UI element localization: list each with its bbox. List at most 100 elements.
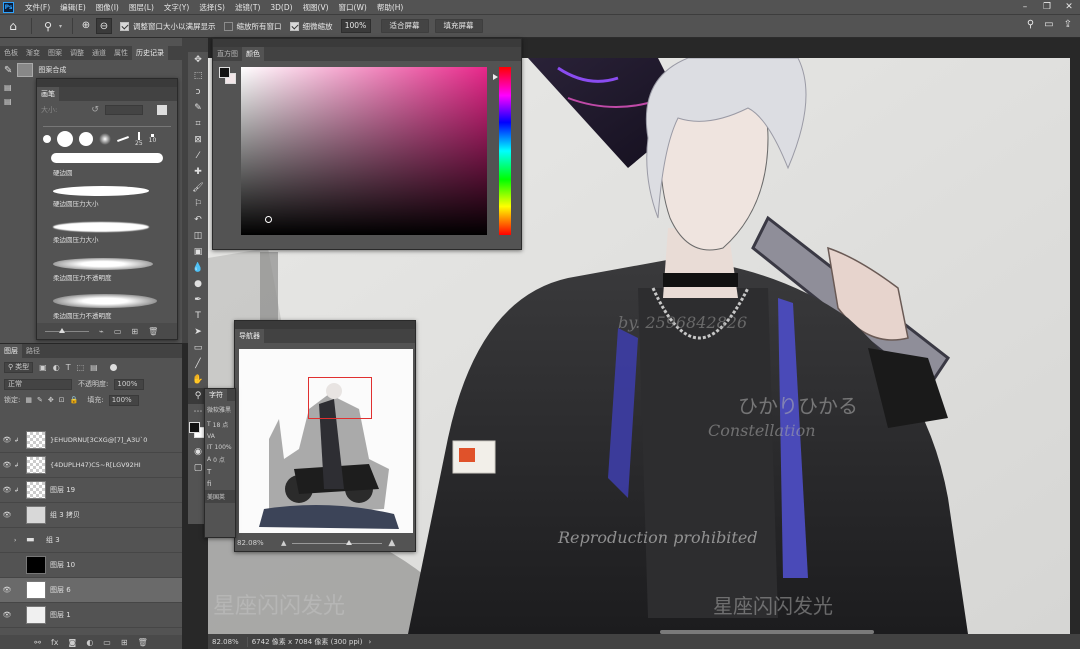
- tab-histogram[interactable]: 直方图: [213, 47, 242, 61]
- ligature-icon[interactable]: fi: [207, 480, 211, 488]
- color-field[interactable]: [241, 67, 487, 235]
- menu-3d[interactable]: 3D(D): [265, 3, 297, 12]
- navigator-zoom-slider[interactable]: [292, 539, 383, 545]
- tab-brushes[interactable]: 画笔: [37, 87, 59, 101]
- share-icon[interactable]: ⇪: [1064, 19, 1072, 30]
- history-brush-tool-icon[interactable]: ↶: [188, 212, 208, 228]
- history-snapshot-label[interactable]: 图案合成: [38, 65, 66, 75]
- history-snapshot-thumb[interactable]: [17, 63, 34, 77]
- type-tool-icon[interactable]: T: [188, 308, 208, 324]
- menu-image[interactable]: 图像(I): [91, 2, 124, 13]
- blur-tool-icon[interactable]: 💧: [188, 260, 208, 276]
- new-layer-icon[interactable]: ⊞: [121, 638, 128, 647]
- brush-preset-item[interactable]: 柔边圆压力不透明度: [37, 258, 177, 290]
- hand-tool-icon[interactable]: ✋: [188, 372, 208, 388]
- color-picker-cursor[interactable]: [265, 216, 272, 223]
- brush-tip-stroke[interactable]: [117, 136, 129, 142]
- layer-group-row[interactable]: › ▬ 组 3: [0, 528, 182, 553]
- layer-row-selected[interactable]: 👁 图层 6: [0, 578, 182, 603]
- brush-preset-item[interactable]: 柔边圆压力不透明度: [37, 294, 177, 326]
- close-button[interactable]: ✕: [1058, 0, 1080, 14]
- hue-slider[interactable]: [499, 67, 511, 235]
- tool-preset-dropdown-icon[interactable]: ▾: [59, 23, 67, 30]
- zoom-value-field[interactable]: 100%: [340, 19, 371, 33]
- crop-tool-icon[interactable]: ⌗: [188, 116, 208, 132]
- move-tool-icon[interactable]: ✥: [188, 52, 208, 68]
- filter-shape-icon[interactable]: ⬚: [77, 363, 85, 372]
- opacity-field[interactable]: 100%: [114, 378, 145, 390]
- folder-icon[interactable]: ▭: [114, 327, 122, 336]
- zoom-all-checkbox[interactable]: [223, 21, 233, 31]
- baseline-shift-field[interactable]: 0 点: [213, 455, 225, 464]
- foreground-color-swatch[interactable]: [189, 422, 200, 433]
- language-dropdown[interactable]: 美国英: [205, 490, 235, 503]
- pen-tool-icon[interactable]: ✒: [188, 292, 208, 308]
- tab-character[interactable]: 字符: [205, 389, 227, 401]
- navigator-view-box[interactable]: [308, 377, 372, 419]
- faux-bold-icon[interactable]: T: [207, 468, 211, 476]
- zoom-out-icon[interactable]: ⊖: [96, 18, 112, 34]
- visibility-eye-icon[interactable]: 👁: [0, 586, 14, 594]
- brush-preset-item[interactable]: 柔边圆压力大小: [37, 222, 177, 254]
- brush-tip-soft[interactable]: [99, 133, 111, 145]
- brush-settings-icon[interactable]: ⌁: [99, 327, 104, 336]
- restore-button[interactable]: ❐: [1036, 0, 1058, 14]
- frame-tool-icon[interactable]: ⊠: [188, 132, 208, 148]
- marquee-tool-icon[interactable]: ⬚: [188, 68, 208, 84]
- eraser-tool-icon[interactable]: ◫: [188, 228, 208, 244]
- font-size-field[interactable]: 18 点: [213, 420, 229, 429]
- search-icon[interactable]: ⚲: [1027, 19, 1034, 30]
- adjustment-layer-icon[interactable]: ◐: [86, 638, 93, 647]
- brush-tip-stick[interactable]: [137, 131, 140, 140]
- minimize-button[interactable]: –: [1014, 0, 1036, 14]
- scrubby-zoom-option[interactable]: 细微缩放: [289, 21, 333, 32]
- home-icon[interactable]: ⌂: [0, 19, 26, 33]
- brush-tip-hard-large[interactable]: [57, 131, 73, 147]
- visibility-eye-icon[interactable]: 👁: [0, 436, 14, 444]
- add-mask-icon[interactable]: ◙: [69, 638, 77, 647]
- font-family-field[interactable]: 微软雅黑: [205, 401, 235, 418]
- menu-file[interactable]: 文件(F): [20, 2, 55, 13]
- quick-select-tool-icon[interactable]: ✎: [188, 100, 208, 116]
- visibility-eye-icon[interactable]: 👁: [0, 486, 14, 494]
- fx-icon[interactable]: fx: [51, 638, 59, 647]
- delete-icon[interactable]: 🗑: [148, 327, 158, 336]
- fit-screen-button[interactable]: 适合屏幕: [380, 19, 429, 33]
- filter-toggle-icon[interactable]: [109, 363, 117, 371]
- resize-window-checkbox[interactable]: [120, 21, 129, 31]
- layer-row[interactable]: 👁 ↲ }EHUDRNU[3CXG@[7]_A3U`0: [0, 428, 182, 453]
- menu-help[interactable]: 帮助(H): [372, 2, 409, 13]
- lock-paint-icon[interactable]: ✎: [37, 396, 43, 404]
- filter-type-icon[interactable]: T: [66, 363, 71, 372]
- filter-smart-icon[interactable]: ▤: [90, 363, 98, 372]
- workspace-icon[interactable]: ▭: [1044, 19, 1053, 30]
- layer-row[interactable]: 图层 10: [0, 553, 182, 578]
- zoom-tool-icon[interactable]: ⚲: [37, 20, 59, 33]
- tab-paths[interactable]: 路径: [22, 344, 44, 358]
- eyedropper-tool-icon[interactable]: ⁄: [188, 148, 208, 164]
- tab-adjustments[interactable]: 调整: [66, 46, 88, 60]
- brush-preset-item[interactable]: 硬边圆压力大小: [37, 186, 177, 218]
- zoom-in-icon[interactable]: ⊕: [78, 18, 94, 34]
- zoom-in-small-icon[interactable]: ▲: [388, 538, 395, 548]
- lasso-tool-icon[interactable]: ↄ: [188, 84, 208, 100]
- dodge-tool-icon[interactable]: ●: [188, 276, 208, 292]
- brush-tip-hard-small[interactable]: [43, 135, 51, 143]
- tab-properties[interactable]: 属性: [110, 46, 132, 60]
- tab-navigator[interactable]: 导航器: [235, 329, 264, 343]
- navigator-preview[interactable]: [239, 349, 413, 533]
- lock-move-icon[interactable]: ✥: [48, 396, 54, 404]
- gradient-tool-icon[interactable]: ▣: [188, 244, 208, 260]
- lock-artboard-icon[interactable]: ⊡: [59, 396, 65, 404]
- menu-type[interactable]: 文字(Y): [159, 2, 194, 13]
- layer-filter-dropdown[interactable]: ⚲ 类型: [4, 361, 34, 373]
- layer-row[interactable]: 👁 ↲ {4DUPLH47)C5~R[LGV92HI: [0, 453, 182, 478]
- menu-select[interactable]: 选择(S): [194, 2, 230, 13]
- menu-filter[interactable]: 滤镜(T): [230, 2, 265, 13]
- tab-channels[interactable]: 通道: [88, 46, 110, 60]
- brush-preview-slider[interactable]: [45, 327, 89, 333]
- status-doc-info[interactable]: 6742 像素 x 7084 像素 (300 ppi): [246, 636, 362, 647]
- visibility-eye-icon[interactable]: 👁: [0, 611, 14, 619]
- delete-layer-icon[interactable]: 🗑: [138, 638, 148, 647]
- tab-swatches[interactable]: 色板: [0, 46, 22, 60]
